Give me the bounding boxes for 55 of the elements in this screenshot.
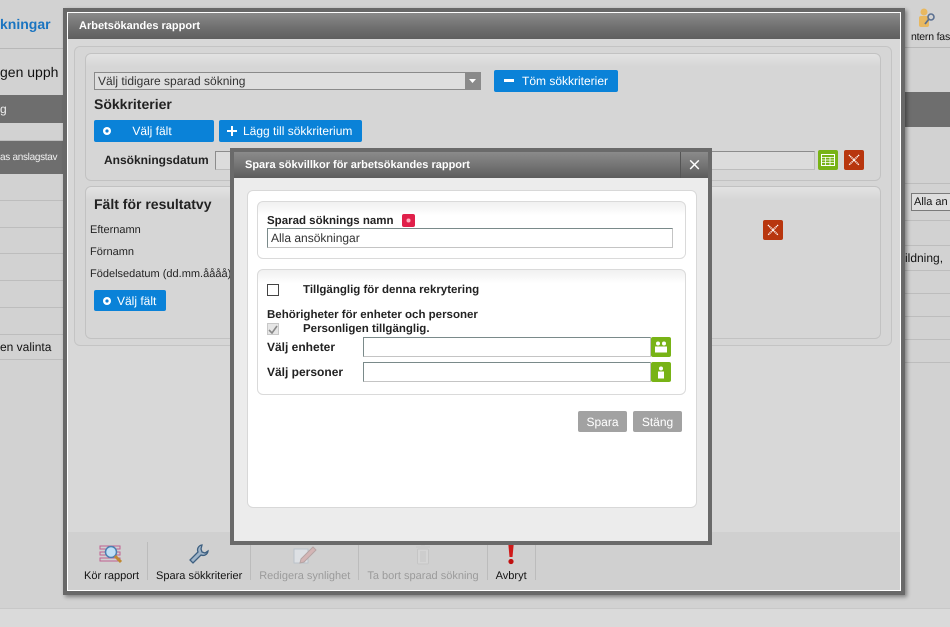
- row-text: en valinta: [0, 340, 52, 354]
- field-label: Födelsedatum (dd.mm.åååå): [90, 268, 232, 280]
- minus-icon: [504, 79, 514, 83]
- persons-field[interactable]: [363, 362, 651, 382]
- picker-label: Välj enheter: [267, 340, 336, 354]
- checkbox-label: Tillgänglig för denna rekrytering: [303, 284, 480, 296]
- checkbox[interactable]: [267, 284, 279, 296]
- toolbar-button[interactable]: Kör rapport: [76, 532, 148, 590]
- toolbar-button[interactable]: Spara sökkriterier: [148, 532, 250, 590]
- circle-icon: [102, 126, 112, 136]
- choose-field-button[interactable]: Välj fält: [94, 290, 166, 312]
- calendar-icon: [821, 154, 835, 166]
- dialog-title: Arbetsökandes rapport: [79, 20, 200, 32]
- permissions-heading: Behörigheter för enheter och personer: [267, 309, 479, 321]
- group-icon: [654, 341, 668, 353]
- cross-icon: [848, 154, 860, 166]
- filter-select[interactable]: Alla an: [911, 193, 950, 211]
- person-key-icon: [918, 8, 936, 28]
- required-icon: [406, 218, 411, 223]
- report-search-icon: [98, 543, 125, 565]
- cell-text: ildning,: [905, 251, 944, 265]
- page-title: kningar: [0, 16, 51, 32]
- clear-criteria-button[interactable]: Töm sökkriterier: [494, 70, 618, 92]
- cross-icon: [767, 224, 779, 236]
- saved-search-select[interactable]: Välj tidigare sparad sökning: [94, 72, 481, 90]
- units-field[interactable]: [363, 337, 651, 357]
- action-label[interactable]: ntern fas: [910, 31, 950, 43]
- calendar-button[interactable]: [818, 150, 838, 170]
- name-label: Sparad söknings namn: [267, 214, 394, 226]
- name-input[interactable]: Alla ansökningar: [267, 228, 673, 248]
- dialog-title: Spara sökvillkor för arbetsökandes rapport: [245, 159, 470, 171]
- circle-icon: [102, 296, 112, 306]
- save-button[interactable]: Spara: [578, 411, 627, 432]
- choose-persons-button[interactable]: [651, 362, 671, 382]
- checkbox-label: Personligen tillgänglig.: [303, 323, 430, 335]
- plus-icon: [227, 126, 237, 136]
- add-criterion-button[interactable]: Lägg till sökkriterium: [219, 120, 362, 142]
- close-button[interactable]: ×: [680, 152, 708, 178]
- bar-text: g: [0, 102, 7, 116]
- section-heading: Fält för resultatvy: [94, 196, 212, 212]
- field-label: Efternamn: [90, 224, 141, 236]
- intro-text: gen upph: [0, 64, 58, 80]
- section-heading: Sökkriterier: [94, 96, 173, 112]
- wrench-icon: [188, 543, 210, 565]
- picker-label: Välj personer: [267, 365, 344, 379]
- remove-button[interactable]: [844, 150, 864, 170]
- choose-field-button[interactable]: Välj fält: [94, 120, 214, 142]
- board-text: as anslagstav: [0, 152, 58, 163]
- field-label: Förnamn: [90, 246, 134, 258]
- choose-units-button[interactable]: [651, 337, 671, 357]
- criterion-label: Ansökningsdatum: [104, 153, 210, 167]
- dropdown-arrow-icon: [469, 79, 476, 83]
- person-icon: [657, 366, 665, 378]
- close-dialog-button[interactable]: Stäng: [633, 411, 682, 432]
- remove-button[interactable]: [763, 220, 783, 240]
